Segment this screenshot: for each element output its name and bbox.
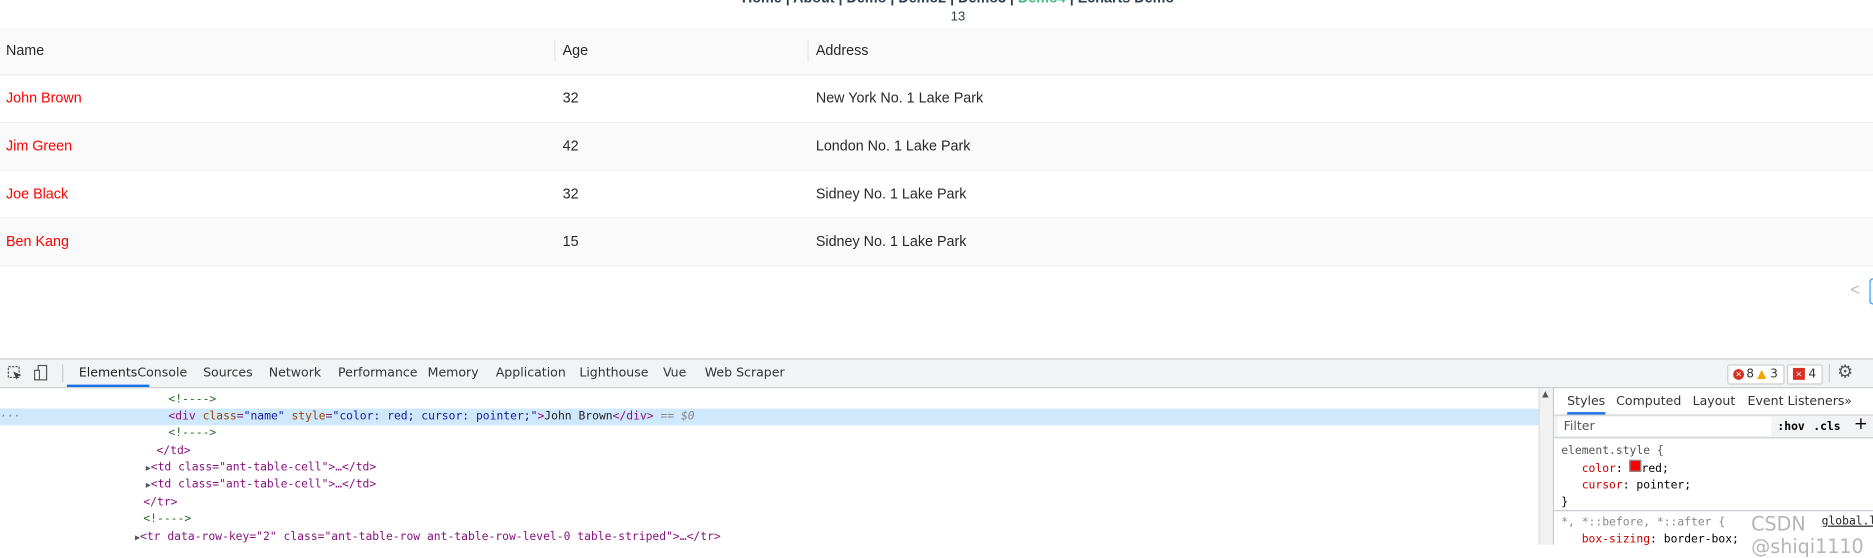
- dom-node-comment[interactable]: <!---->: [168, 425, 216, 442]
- name-cell[interactable]: Ben Kang: [6, 219, 69, 266]
- issues-count: 4: [1808, 367, 1817, 382]
- tab-sources[interactable]: Sources: [203, 360, 253, 387]
- scroll-up-icon[interactable]: ▲: [1542, 389, 1548, 399]
- nav-link-demo2[interactable]: Demo2: [898, 0, 946, 6]
- table-row: John Brown 32 New York No. 1 Lake Park: [0, 75, 1873, 124]
- name-cell[interactable]: John Brown: [6, 75, 82, 122]
- table-header: Name Age Address: [0, 27, 1873, 76]
- nav-separator: |: [782, 0, 793, 6]
- tab-memory[interactable]: Memory: [428, 360, 479, 387]
- dom-node-tr-close[interactable]: </tr>: [143, 495, 177, 512]
- dom-node-comment[interactable]: <!---->: [168, 392, 216, 409]
- watermark: CSDN @shiqi1110: [1751, 512, 1864, 558]
- name-cell[interactable]: Joe Black: [6, 171, 68, 218]
- nav-link-about[interactable]: About: [793, 0, 834, 6]
- tab-event-listeners[interactable]: Event Listeners: [1748, 388, 1845, 414]
- column-header-address[interactable]: Address: [816, 27, 869, 74]
- table-row: Ben Kang 15 Sidney No. 1 Lake Park: [0, 218, 1873, 267]
- tab-vue[interactable]: Vue: [663, 360, 686, 387]
- address-cell: Sidney No. 1 Lake Park: [815, 185, 967, 202]
- tab-computed[interactable]: Computed: [1616, 388, 1681, 414]
- styles-pane: Styles Computed Layout Event Listeners »…: [1552, 388, 1873, 558]
- rule-box-sizing: *, *::before, *::after { box-sizing: bor…: [1561, 516, 1739, 546]
- dom-node-td[interactable]: ▶<td class="ant-table-cell">…</td>: [146, 460, 377, 477]
- age-cell: 42: [562, 137, 579, 155]
- error-icon: ×: [1733, 369, 1744, 380]
- tab-lighthouse[interactable]: Lighthouse: [579, 360, 648, 387]
- color-swatch[interactable]: [1629, 459, 1642, 472]
- nav-separator: |: [946, 0, 958, 6]
- devtools-toolbar: Elements Console Sources Network Performance…: [0, 358, 1873, 389]
- tab-application[interactable]: Application: [496, 360, 566, 387]
- tab-layout[interactable]: Layout: [1693, 388, 1736, 414]
- dom-node-tr[interactable]: ▶<tr data-row-key="2" class="ant-table-r…: [135, 529, 721, 546]
- name-cell[interactable]: Jim Green: [6, 123, 72, 170]
- address-cell: New York No. 1 Lake Park: [815, 89, 984, 107]
- settings-gear-icon[interactable]: ⚙: [1837, 361, 1853, 383]
- device-toolbar-icon[interactable]: [33, 364, 48, 381]
- data-table: Name Age Address John Brown 32 New York …: [0, 27, 1873, 267]
- column-divider: [554, 39, 556, 63]
- tab-web-scraper[interactable]: Web Scraper: [705, 360, 785, 387]
- divider: [1828, 364, 1830, 383]
- tab-performance[interactable]: Performance: [338, 360, 417, 387]
- age-cell: 32: [562, 89, 579, 107]
- age-cell: 15: [562, 232, 579, 250]
- dom-node-selected[interactable]: ··· <div class="name" style="color: red; …: [0, 408, 1539, 426]
- nav-separator: |: [1006, 0, 1018, 6]
- top-nav: Home | About | Demo | Demo2 | Demo3 | De…: [0, 0, 1873, 6]
- nav-separator: |: [835, 0, 847, 6]
- more-tabs-icon[interactable]: »: [1844, 388, 1852, 414]
- nav-link-demo3[interactable]: Demo3: [958, 0, 1006, 6]
- hov-toggle[interactable]: :hov: [1777, 420, 1804, 433]
- table-row: Joe Black 32 Sidney No. 1 Lake Park: [0, 171, 1873, 219]
- nav-link-demo[interactable]: Demo: [847, 0, 887, 6]
- column-header-name[interactable]: Name: [6, 27, 44, 74]
- issues-badge[interactable]: × 4: [1786, 364, 1823, 385]
- address-cell: London No. 1 Lake Park: [815, 137, 971, 155]
- elements-scrollbar[interactable]: ▲: [1538, 388, 1555, 545]
- nav-link-demo4[interactable]: Demo4: [1018, 0, 1066, 6]
- pagination-page-1[interactable]: [1869, 278, 1873, 305]
- inspect-element-icon[interactable]: [7, 366, 23, 382]
- table-row: Jim Green 42 London No. 1 Lake Park: [0, 123, 1873, 171]
- nav-separator: |: [886, 0, 898, 6]
- elements-tree: <!----> ··· <div class="name" style="colo…: [0, 388, 1539, 544]
- warning-count: 3: [1770, 367, 1778, 382]
- console-counts-badge[interactable]: × 8 ▲ 3: [1727, 364, 1785, 385]
- new-rule-button[interactable]: +: [1854, 414, 1868, 433]
- error-count: 8: [1746, 367, 1754, 382]
- page: Home | About | Demo | Demo2 | Demo3 | De…: [0, 0, 1873, 558]
- column-divider: [807, 39, 809, 63]
- cls-toggle[interactable]: .cls: [1813, 420, 1840, 433]
- address-cell: Sidney No. 1 Lake Park: [815, 232, 967, 250]
- nav-link-home[interactable]: Home: [742, 0, 782, 6]
- counter-text: 13: [950, 9, 966, 24]
- dom-node-comment[interactable]: <!---->: [143, 511, 191, 528]
- age-cell: 32: [562, 185, 579, 202]
- warning-icon: ▲: [1757, 367, 1767, 382]
- tab-styles[interactable]: Styles: [1567, 388, 1606, 415]
- divider: [62, 364, 64, 383]
- devtools-panel: Elements Console Sources Network Performance…: [0, 358, 1873, 558]
- nav-link-echarts-demo[interactable]: Echarts Demo: [1078, 0, 1174, 6]
- issues-icon: ×: [1792, 367, 1805, 380]
- styles-filter-input[interactable]: Filter: [1557, 416, 1772, 436]
- dom-node-td-close[interactable]: </td>: [156, 443, 190, 460]
- pagination-prev-button[interactable]: <: [1850, 280, 1860, 299]
- dom-node-td[interactable]: ▶<td class="ant-table-cell">…</td>: [146, 477, 377, 494]
- tab-network[interactable]: Network: [269, 360, 321, 387]
- more-actions-icon[interactable]: ···: [0, 409, 21, 426]
- nav-separator: |: [1066, 0, 1078, 6]
- tab-console[interactable]: Console: [137, 360, 187, 387]
- column-header-age[interactable]: Age: [563, 27, 589, 74]
- rule-element-style: element.style { color: red; cursor: poin…: [1561, 444, 1692, 509]
